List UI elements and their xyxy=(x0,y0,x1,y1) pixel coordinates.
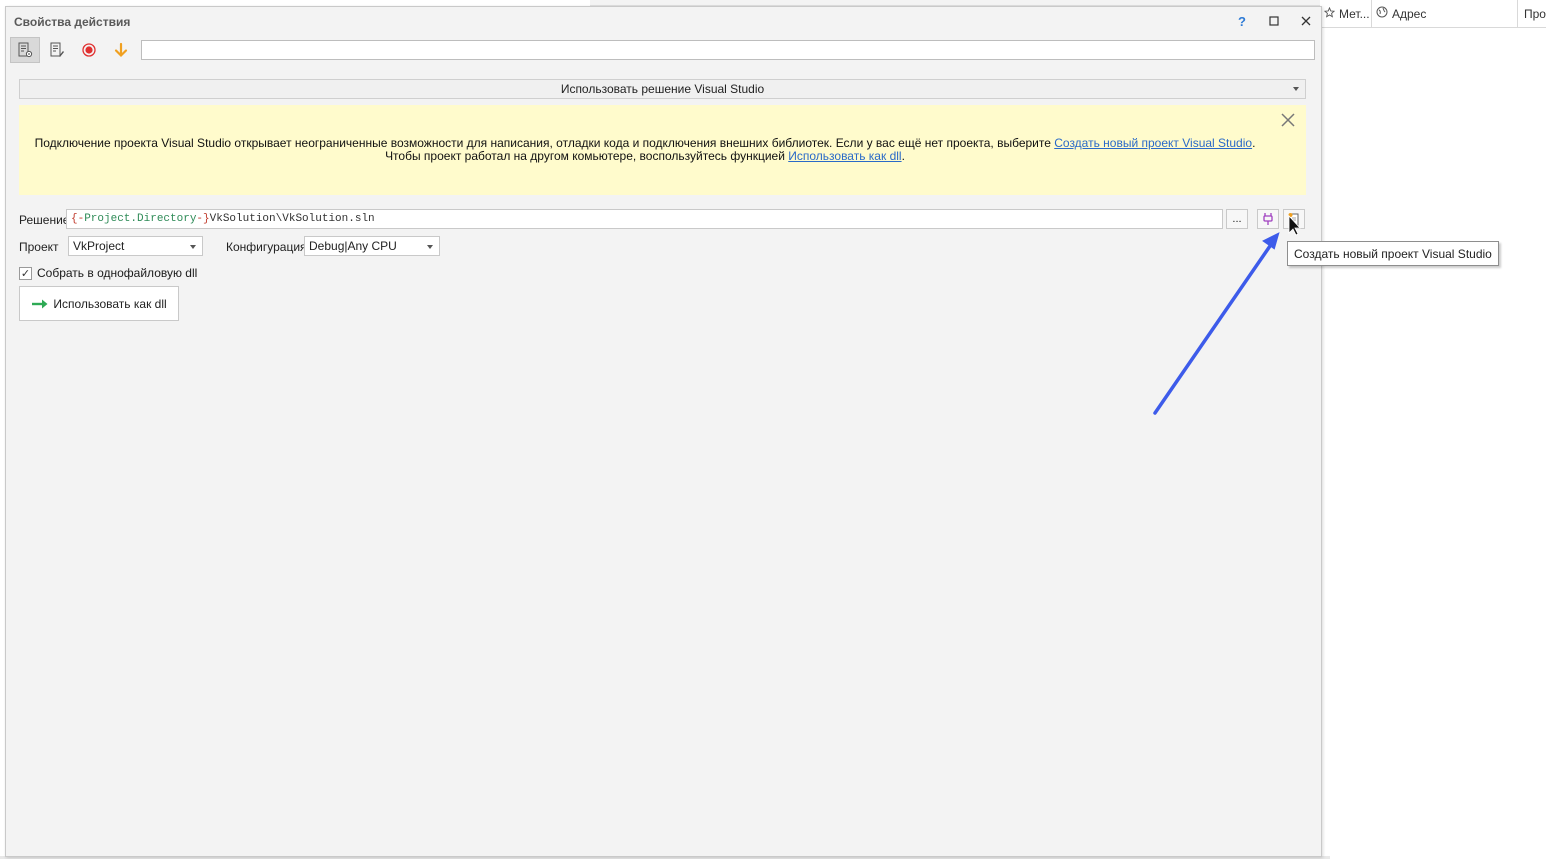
project-dropdown-value: VkProject xyxy=(73,239,125,253)
use-as-dll-link[interactable]: Использовать как dll xyxy=(788,149,901,163)
new-project-icon xyxy=(1288,213,1299,226)
right-arrow-icon xyxy=(32,299,48,308)
solution-row: Решение {- Project.Directory -} VkSolution\… xyxy=(19,209,1309,231)
create-project-link[interactable]: Создать новый проект Visual Studio xyxy=(1054,136,1252,150)
configuration-dropdown[interactable]: Debug|Any CPU xyxy=(304,236,440,256)
column-header-address[interactable]: Адрес xyxy=(1372,0,1518,28)
configuration-dropdown-value: Debug|Any CPU xyxy=(309,239,397,253)
record-button[interactable] xyxy=(74,37,104,63)
maximize-icon xyxy=(1269,16,1279,26)
banner-text-part: Подключение проекта Visual Studio открыв… xyxy=(34,136,1055,150)
variable-brace-close: -} xyxy=(196,213,210,225)
browse-button-label: ... xyxy=(1232,213,1242,225)
notes-tab-button[interactable] xyxy=(42,37,72,63)
action-properties-dialog: Свойства действия ? Использовать решение… xyxy=(5,6,1322,857)
record-icon xyxy=(82,43,96,57)
dialog-titlebar[interactable]: Свойства действия ? xyxy=(6,7,1321,35)
use-as-dll-button-label: Использовать как dll xyxy=(53,296,167,311)
create-project-tooltip: Создать новый проект Visual Studio xyxy=(1287,241,1499,266)
banner-text-part: . xyxy=(901,149,905,163)
project-label: Проект xyxy=(19,240,59,254)
close-icon xyxy=(1281,113,1295,127)
plug-icon xyxy=(1263,213,1273,225)
close-button[interactable] xyxy=(1295,11,1317,31)
maximize-button[interactable] xyxy=(1263,11,1285,31)
solution-path-input[interactable]: {- Project.Directory -} VkSolution\VkSoluti… xyxy=(66,209,1223,229)
variable-brace-open: {- xyxy=(71,213,85,225)
help-button[interactable]: ? xyxy=(1231,11,1253,31)
notes-icon xyxy=(50,42,64,57)
chevron-down-icon xyxy=(1293,87,1299,91)
use-as-dll-button[interactable]: Использовать как dll xyxy=(19,286,179,321)
column-header-proxy[interactable]: Про xyxy=(1518,0,1546,28)
column-header-methods[interactable]: Мет... xyxy=(1320,0,1372,28)
banner-close-button[interactable] xyxy=(1278,110,1298,130)
dialog-title: Свойства действия xyxy=(14,15,131,29)
mode-dropdown-value: Использовать решение Visual Studio xyxy=(560,82,765,96)
globe-icon xyxy=(1376,6,1388,21)
chevron-down-icon xyxy=(427,245,433,249)
chevron-down-icon xyxy=(190,245,196,249)
close-icon xyxy=(1301,16,1311,26)
browse-button[interactable]: ... xyxy=(1226,209,1248,229)
properties-tab-button[interactable] xyxy=(10,37,40,63)
info-banner-text: Подключение проекта Visual Studio открыв… xyxy=(29,137,1261,163)
configuration-label: Конфигурация xyxy=(226,240,307,254)
background-column-header: Мет... Адрес Про xyxy=(1320,0,1546,28)
down-arrow-icon xyxy=(114,42,128,58)
single-file-dll-checkbox[interactable]: ✓ xyxy=(19,266,32,280)
variable-name: Project.Directory xyxy=(84,213,197,225)
column-header-label: Адрес xyxy=(1392,6,1427,21)
properties-icon xyxy=(18,42,33,58)
move-down-button[interactable] xyxy=(106,37,136,63)
single-file-dll-checkbox-row[interactable]: ✓ Собрать в однофайловую dll xyxy=(19,265,197,281)
single-file-dll-label: Собрать в однофайловую dll xyxy=(37,266,198,280)
action-name-input[interactable] xyxy=(141,40,1315,60)
solution-label: Решение xyxy=(19,213,70,227)
project-dropdown[interactable]: VkProject xyxy=(68,236,203,256)
star-icon xyxy=(1323,6,1336,21)
solution-path-text: VkSolution\VkSolution.sln xyxy=(209,213,375,225)
mode-dropdown[interactable]: Использовать решение Visual Studio xyxy=(19,79,1306,99)
info-banner: Подключение проекта Visual Studio открыв… xyxy=(19,105,1306,195)
column-header-label: Мет... xyxy=(1339,6,1370,21)
column-header-label: Про xyxy=(1524,6,1546,21)
connect-solution-button[interactable] xyxy=(1257,209,1279,229)
dialog-toolbar xyxy=(10,37,1318,63)
create-project-button[interactable] xyxy=(1283,209,1305,229)
